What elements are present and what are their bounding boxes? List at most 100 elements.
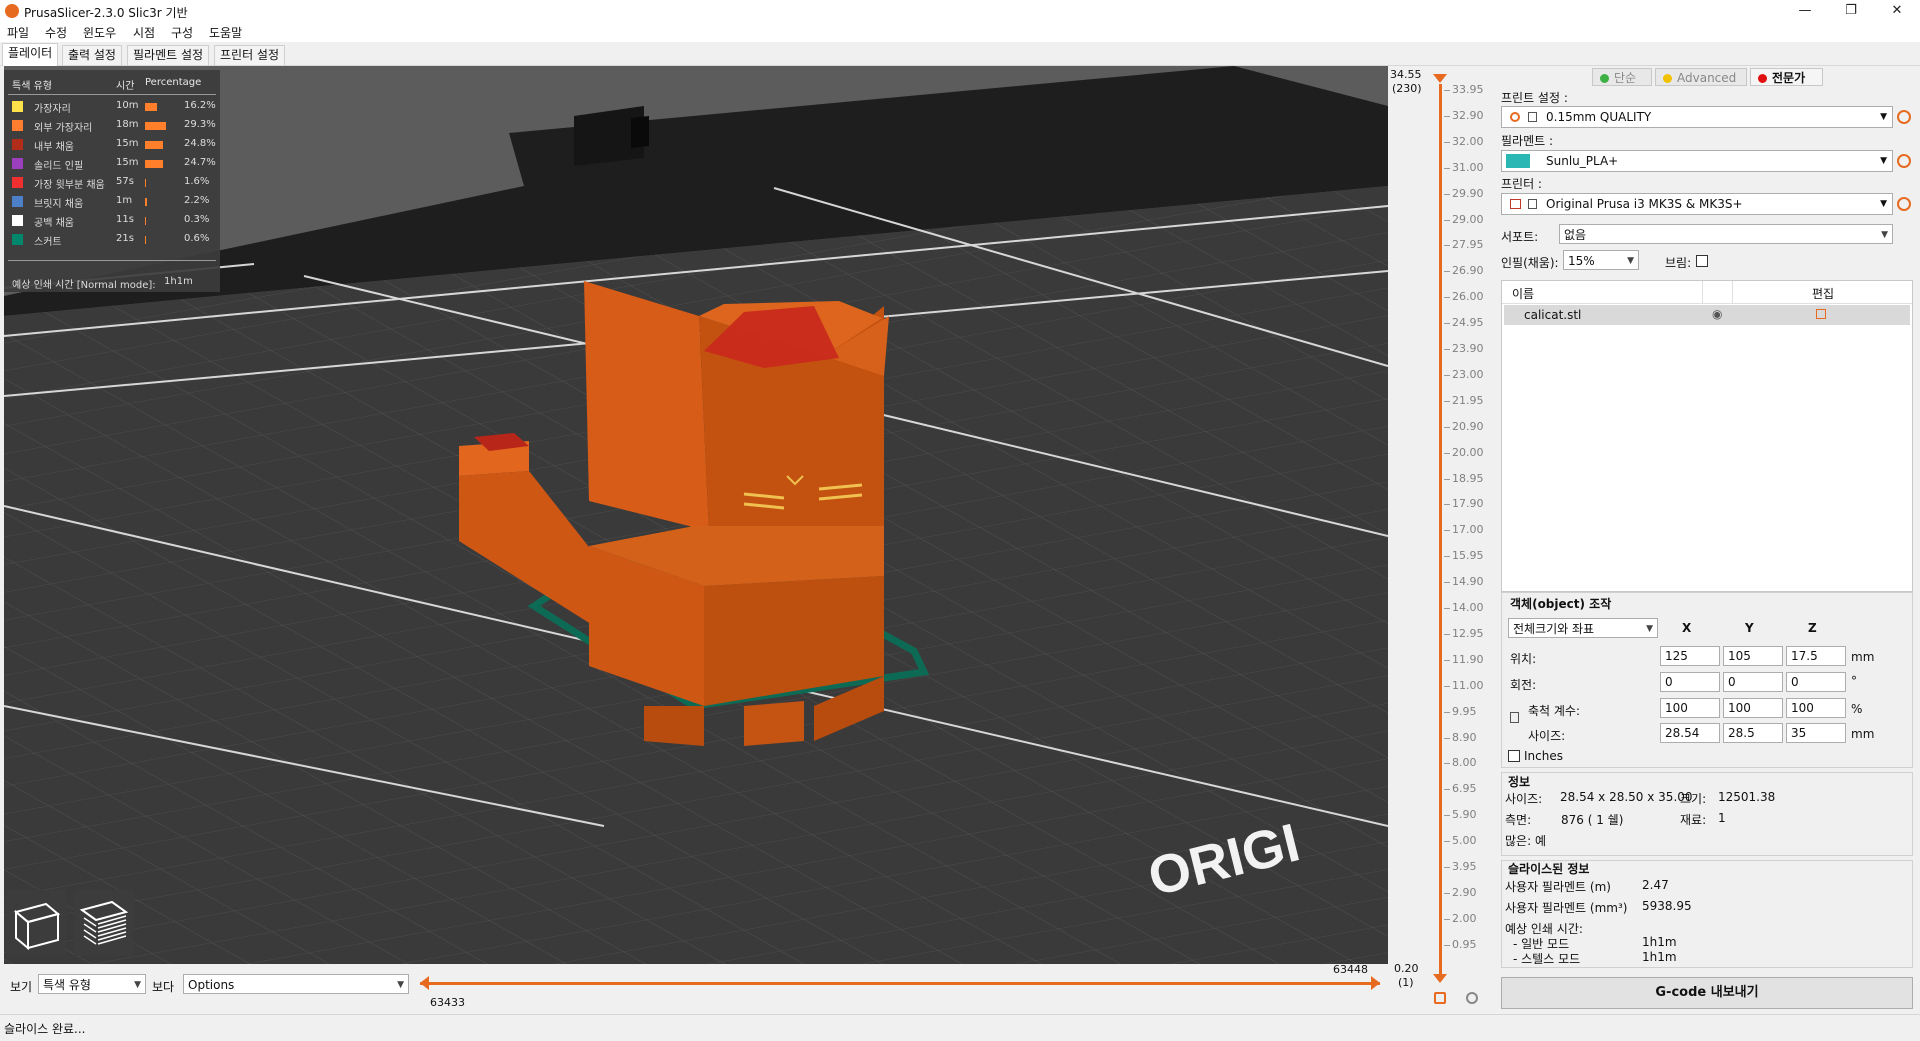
menu-file[interactable]: 파일 [7,24,29,41]
mode-expert-button[interactable]: 전문가 [1750,68,1823,86]
move-slider-right-thumb[interactable] [1371,976,1380,990]
stealth-mode-label: - 스텔스 모드 [1513,952,1581,966]
minimize-button[interactable]: — [1782,0,1828,22]
scale-y-field[interactable]: 100 [1723,698,1783,718]
layer-tick-mark [1444,453,1450,454]
status-text: 슬라이스 완료... [4,1022,86,1036]
legend-panel: 특색 유형 시간 Percentage 가장자리 10m 16.2% 외부 가장… [4,70,220,292]
print-settings-gear-icon[interactable] [1897,110,1911,124]
layer-tick-label: 20.90 [1452,420,1484,433]
legend-row-name: 가장 윗부분 채움 [34,180,105,191]
tab-plater[interactable]: 플레이터 [2,43,59,66]
mode-advanced-button[interactable]: Advanced [1655,68,1747,86]
filament-gear-icon[interactable] [1897,154,1911,168]
tab-printer-settings[interactable]: 프린터 설정 [214,45,286,65]
layer-slider-track[interactable] [1439,84,1442,974]
support-select[interactable]: 없음 ▼ [1559,224,1893,244]
layer-tick-label: 33.95 [1452,83,1484,96]
filament-value: Sunlu_PLA+ [1546,154,1619,168]
tab-filament-settings[interactable]: 필라멘트 설정 [127,45,210,65]
layer-tick-label: 32.90 [1452,109,1484,122]
menu-bar: 파일 수정 윈도우 시점 구성 도움말 [0,22,1920,42]
lock-icon[interactable] [1434,992,1446,1004]
legend-row[interactable]: 솔리드 인필 15m 24.7% [4,155,220,173]
legend-row-name: 내부 채움 [34,142,74,153]
layer-tick-label: 23.90 [1452,342,1484,355]
info-facets-label: 측면: [1505,813,1532,827]
legend-row[interactable]: 스커트 21s 0.6% [4,231,220,249]
layer-tick-label: 9.95 [1452,705,1477,718]
inches-checkbox[interactable] [1508,750,1520,762]
layer-tick-mark [1444,245,1450,246]
size-y-field[interactable]: 28.5 [1723,723,1783,743]
layer-tick-label: 20.00 [1452,446,1484,459]
layer-tick-mark [1444,168,1450,169]
position-y-field[interactable]: 105 [1723,646,1783,666]
legend-row[interactable]: 가장자리 10m 16.2% [4,98,220,116]
mode-simple-button[interactable]: 단순 [1592,68,1652,86]
menu-window[interactable]: 윈도우 [83,24,116,41]
legend-row-time: 10m [116,100,139,111]
legend-row[interactable]: 가장 윗부분 채움 57s 1.6% [4,174,220,192]
layer-tick-mark [1444,479,1450,480]
layer-bottom-index: (1) [1398,976,1414,989]
position-z-field[interactable]: 17.5 [1786,646,1846,666]
show-options-select[interactable]: Options ▼ [183,974,409,994]
legend-row[interactable]: 공백 채움 11s 0.3% [4,212,220,230]
stealth-mode-value: 1h1m [1642,950,1677,964]
chevron-down-icon: ▼ [1880,112,1887,122]
object-row[interactable]: calicat.stl ◉ [1504,305,1910,325]
lock-icon[interactable] [1510,712,1519,723]
layer-slider-top-thumb[interactable] [1433,74,1447,83]
legend-row-percent: 1.6% [184,176,210,187]
filament-select[interactable]: Sunlu_PLA+ ▼ [1501,150,1893,172]
menu-edit[interactable]: 수정 [45,24,67,41]
sliced-title: 슬라이스된 정보 [1508,862,1590,876]
menu-help[interactable]: 도움말 [209,24,242,41]
layer-tick-label: 5.00 [1452,834,1477,847]
column-name-header[interactable]: 이름 [1512,285,1534,302]
position-x-field[interactable]: 125 [1660,646,1720,666]
object-list[interactable]: 이름 편집 calicat.stl ◉ [1501,280,1913,592]
menu-config[interactable]: 구성 [171,24,193,41]
printer-gear-icon[interactable] [1897,197,1911,211]
layer-tick-mark [1444,893,1450,894]
close-button[interactable]: ✕ [1874,0,1920,22]
legend-row-time: 21s [116,233,134,244]
view-type-select[interactable]: 특색 유형 ▼ [38,974,146,994]
gear-icon[interactable] [1466,992,1478,1004]
printer-select[interactable]: Original Prusa i3 MK3S & MK3S+ ▼ [1501,193,1893,215]
print-settings-select[interactable]: 0.15mm QUALITY ▼ [1501,106,1893,128]
rotation-x-field[interactable]: 0 [1660,672,1720,692]
size-x-field[interactable]: 28.54 [1660,723,1720,743]
layer-tick-mark [1444,271,1450,272]
layer-slider-bottom-thumb[interactable] [1433,974,1447,983]
size-z-field[interactable]: 35 [1786,723,1846,743]
legend-row[interactable]: 외부 가장자리 18m 29.3% [4,117,220,135]
info-volume-label: 크기: [1680,792,1707,806]
eye-icon[interactable]: ◉ [1712,307,1722,321]
legend-row[interactable]: 브릿지 채움 1m 2.2% [4,193,220,211]
scale-x-field[interactable]: 100 [1660,698,1720,718]
infill-select[interactable]: 15% ▼ [1563,250,1639,270]
move-slider-track[interactable] [420,982,1380,985]
rotation-y-field[interactable]: 0 [1723,672,1783,692]
export-gcode-button[interactable]: G-code 내보내기 [1501,977,1913,1009]
brim-checkbox[interactable] [1696,255,1708,267]
maximize-button[interactable]: ❐ [1828,0,1874,22]
view-3d-button[interactable] [6,890,66,956]
coordinate-mode-select[interactable]: 전체크기와 좌표 ▼ [1508,618,1658,638]
rotation-z-field[interactable]: 0 [1786,672,1846,692]
legend-row[interactable]: 내부 채움 15m 24.8% [4,136,220,154]
scale-z-field[interactable]: 100 [1786,698,1846,718]
column-edit-header[interactable]: 편집 [1812,285,1834,302]
tab-print-settings[interactable]: 출력 설정 [62,45,122,65]
layer-tick-mark [1444,634,1450,635]
axis-x-label: X [1682,621,1692,635]
move-slider-left-thumb[interactable] [420,976,429,990]
menu-view[interactable]: 시점 [133,24,155,41]
view-layers-button[interactable] [74,890,134,956]
info-materials-value: 1 [1718,811,1726,825]
edit-icon[interactable] [1816,309,1826,319]
info-manifold: 많은: 예 [1505,834,1546,848]
